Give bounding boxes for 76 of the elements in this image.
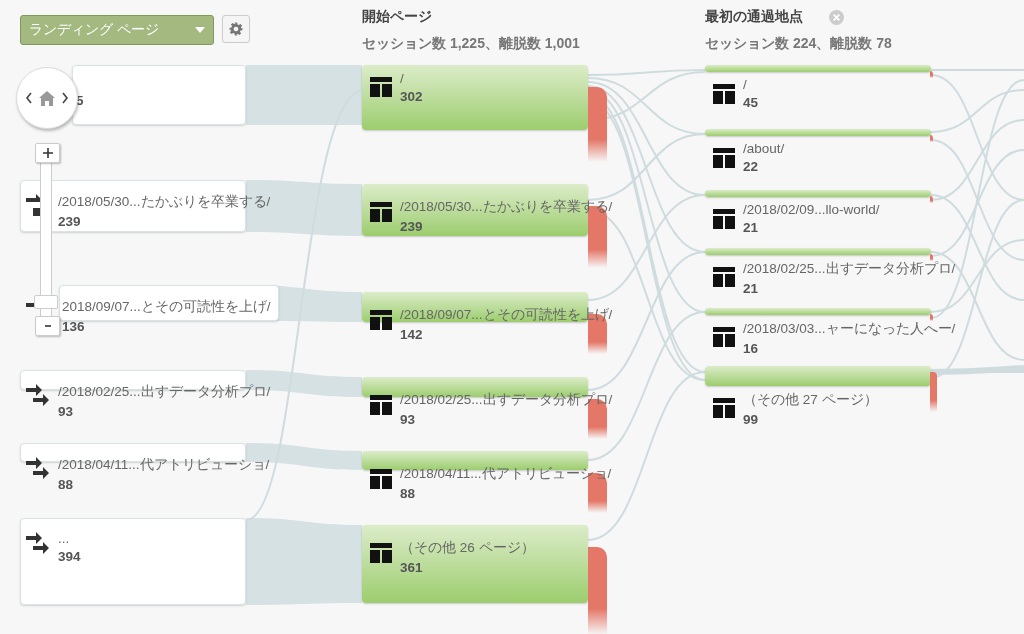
session-count: 93: [58, 404, 75, 419]
stage-dropdown[interactable]: ランディング ページ: [20, 15, 214, 45]
pan-right-icon[interactable]: [61, 92, 69, 104]
page-node[interactable]: [705, 65, 931, 72]
session-count: 99: [743, 412, 760, 427]
plus-icon: [42, 148, 53, 158]
exit-bar: [930, 196, 933, 203]
pan-left-icon[interactable]: [25, 92, 33, 104]
session-count: 302: [400, 89, 423, 104]
session-count: 88: [400, 486, 417, 501]
page-path: （その他 27 ページ）: [743, 391, 878, 409]
settings-button[interactable]: [222, 15, 250, 43]
source-node[interactable]: [20, 518, 246, 605]
page-path: /2018/02/25...出すデータ分析プロ/: [743, 260, 956, 278]
home-icon[interactable]: [39, 90, 55, 106]
page-path: （その他 26 ページ）: [400, 539, 535, 557]
session-count: 16: [743, 341, 760, 356]
page-layout-icon: [713, 267, 735, 287]
page-node[interactable]: [705, 308, 931, 315]
zoom-slider-handle[interactable]: [34, 295, 58, 309]
zoom-in-button[interactable]: [35, 143, 60, 163]
page-layout-icon: [370, 310, 392, 330]
page-layout-icon: [370, 395, 392, 415]
page-layout-icon: [713, 148, 735, 168]
page-path: /2018/03/03...ャーになった人へー/: [743, 320, 956, 338]
session-count: 239: [400, 219, 424, 234]
page-path: /about/: [743, 141, 785, 156]
session-count: 88: [58, 477, 75, 492]
page-node[interactable]: [362, 65, 588, 130]
page-layout-icon: [713, 209, 735, 229]
session-count: 22: [743, 159, 760, 174]
arrow-stub-icon: [26, 303, 34, 307]
exit-bar: [930, 314, 933, 321]
page-layout-icon: [370, 202, 392, 222]
exit-bar: [930, 372, 937, 412]
page-node[interactable]: [705, 248, 931, 255]
minus-icon: [43, 324, 52, 328]
column-title: 最初の通過地点: [705, 8, 803, 26]
page-layout-icon: [713, 327, 735, 347]
page-node[interactable]: [705, 129, 931, 136]
column-summary: セッション数 224、離脱数 78: [705, 35, 892, 53]
page-layout-icon: [370, 77, 392, 97]
source-node[interactable]: [72, 65, 246, 125]
exit-bar: [930, 254, 933, 261]
source-node[interactable]: [59, 285, 279, 321]
page-path: /: [743, 77, 748, 92]
column-title: 開始ページ: [362, 8, 432, 26]
page-node[interactable]: [705, 190, 931, 197]
session-count: 136: [62, 319, 86, 334]
node-label: ...: [58, 531, 71, 546]
column-summary: セッション数 1,225、離脱数 1,001: [362, 35, 580, 53]
node-label: 2018/09/07...とその可読性を上げ/: [62, 298, 271, 316]
session-count: 239: [58, 214, 82, 229]
node-label: /2018/04/11...代アトリビューショ/: [58, 456, 270, 474]
node-label: /2018/05/30...たかぶりを卒業する/: [58, 193, 271, 211]
page-node[interactable]: [705, 366, 931, 386]
page-layout-icon: [370, 469, 392, 489]
session-count: 142: [400, 327, 424, 342]
session-count: 394: [58, 549, 81, 564]
exit-bar: [930, 135, 933, 142]
session-count: 21: [743, 220, 760, 235]
zoom-out-button[interactable]: [35, 316, 60, 336]
page-path: /: [400, 71, 405, 86]
page-node[interactable]: [362, 525, 588, 603]
session-count: 45: [743, 95, 759, 110]
caret-icon: [195, 27, 205, 33]
page-layout-icon: [713, 398, 735, 418]
page-path: /2018/02/09...llo-world/: [743, 202, 880, 217]
session-count: 93: [400, 412, 417, 427]
session-count: 361: [400, 560, 424, 575]
page-layout-icon: [713, 84, 735, 104]
settings-icon: [229, 22, 243, 36]
exit-bar: [930, 71, 933, 78]
node-label: /2018/02/25...出すデータ分析プロ/: [58, 383, 271, 401]
session-count: 21: [743, 281, 760, 296]
page-layout-icon: [370, 543, 392, 563]
